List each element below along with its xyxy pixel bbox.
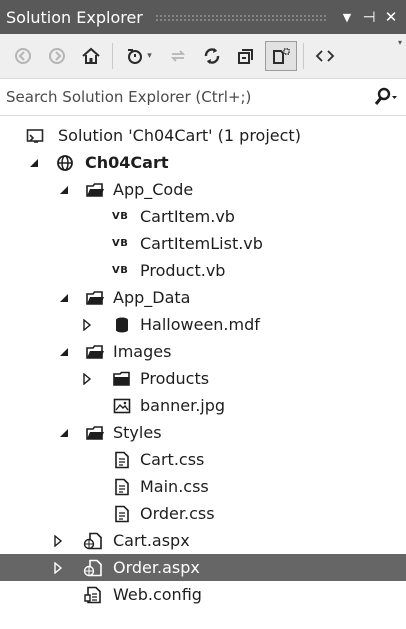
expand-arrow-icon[interactable]	[51, 561, 65, 575]
tree-item-file-product-vb[interactable]: VB Product.vb	[0, 257, 406, 284]
solution-icon	[25, 126, 45, 146]
tree-item-folder-app-code[interactable]: App_Code	[0, 176, 406, 203]
folder-open-icon	[85, 180, 105, 200]
tree-item-file-web-config[interactable]: Web.config	[0, 581, 406, 608]
vb-file-icon: VB	[112, 265, 129, 276]
tree-item-label: Cart.css	[140, 450, 205, 469]
tree-item-folder-app-data[interactable]: App_Data	[0, 284, 406, 311]
folder-open-icon	[85, 342, 105, 362]
search-input[interactable]	[0, 82, 366, 112]
show-all-files-button[interactable]	[265, 41, 297, 71]
expand-arrow-icon[interactable]	[51, 534, 65, 548]
css-file-icon	[112, 504, 132, 524]
tree-item-label: banner.jpg	[140, 396, 226, 415]
show-all-files-icon	[273, 48, 290, 64]
tree-item-file-main-css[interactable]: Main.css	[0, 473, 406, 500]
tree-item-label: Order.aspx	[113, 558, 200, 577]
pending-changes-button[interactable]: ▾	[117, 40, 161, 72]
toolbar-separator	[112, 43, 113, 69]
aspx-file-icon	[83, 531, 103, 551]
tree-item-label: Styles	[113, 423, 162, 442]
window-title: Solution Explorer	[6, 7, 143, 27]
collapse-arrow-icon[interactable]	[57, 291, 71, 305]
vb-file-icon: VB	[112, 211, 129, 222]
vb-file-icon: VB	[112, 238, 129, 249]
collapse-all-button[interactable]	[229, 40, 263, 72]
tree-item-label: App_Code	[113, 180, 194, 199]
toolbar-separator	[303, 43, 304, 69]
forward-icon	[49, 48, 65, 64]
folder-open-icon	[85, 423, 105, 443]
tree-item-label: CartItemList.vb	[140, 234, 263, 253]
home-icon	[82, 47, 100, 64]
tree-item-label: App_Data	[113, 288, 191, 307]
refresh-icon	[204, 48, 220, 64]
title-grip[interactable]	[154, 13, 326, 21]
tree-item-file-halloween-mdf[interactable]: Halloween.mdf	[0, 311, 406, 338]
expand-arrow-icon[interactable]	[80, 318, 94, 332]
sync-button[interactable]	[161, 40, 195, 72]
css-file-icon	[112, 450, 132, 470]
tree-item-label: Order.css	[140, 504, 215, 523]
pending-changes-dropdown-icon[interactable]: ▾	[147, 51, 152, 61]
tree-item-label: Halloween.mdf	[140, 315, 260, 334]
tree-item-folder-images[interactable]: Images	[0, 338, 406, 365]
collapse-arrow-icon[interactable]	[57, 183, 71, 197]
title-bar: Solution Explorer ▼ ⊣ ✕	[0, 0, 406, 34]
web-project-icon	[55, 153, 75, 173]
forward-button[interactable]	[40, 40, 74, 72]
css-file-icon	[112, 477, 132, 497]
tree-item-file-order-css[interactable]: Order.css	[0, 500, 406, 527]
view-code-icon	[315, 50, 335, 62]
tree-item-file-cartitemlist-vb[interactable]: VB CartItemList.vb	[0, 230, 406, 257]
tree-item-project[interactable]: Ch04Cart	[0, 149, 406, 176]
folder-icon	[112, 369, 132, 389]
tree-item-file-banner-jpg[interactable]: banner.jpg	[0, 392, 406, 419]
close-icon[interactable]: ✕	[380, 0, 402, 34]
search-button[interactable]	[366, 82, 406, 112]
toolbar-overflow-icon[interactable]: ▾	[398, 38, 402, 47]
tree-item-folder-products[interactable]: Products	[0, 365, 406, 392]
sync-icon	[170, 50, 186, 62]
tree-item-label: Products	[140, 369, 210, 388]
tree-item-label: Cart.aspx	[113, 531, 190, 550]
config-file-icon	[83, 585, 103, 605]
back-icon	[15, 48, 31, 64]
tree-item-label: Web.config	[113, 585, 202, 604]
aspx-file-icon	[83, 558, 103, 578]
tree-item-label: Images	[113, 342, 172, 361]
tree-item-label: Ch04Cart	[85, 153, 169, 172]
tree-item-label: CartItem.vb	[140, 207, 235, 226]
tree-item-label: Product.vb	[140, 261, 226, 280]
home-button[interactable]	[74, 40, 108, 72]
tree-item-file-cart-aspx[interactable]: Cart.aspx	[0, 527, 406, 554]
expand-arrow-icon[interactable]	[80, 372, 94, 386]
refresh-button[interactable]	[195, 40, 229, 72]
tree-item-file-cartitem-vb[interactable]: VB CartItem.vb	[0, 203, 406, 230]
back-button[interactable]	[6, 40, 40, 72]
toolbar: ▾ ▾	[0, 34, 406, 78]
collapse-all-icon	[238, 49, 253, 64]
tree-item-file-cart-css[interactable]: Cart.css	[0, 446, 406, 473]
view-code-button[interactable]	[308, 40, 342, 72]
collapse-arrow-icon[interactable]	[57, 426, 71, 440]
tree-item-solution[interactable]: Solution 'Ch04Cart' (1 project)	[0, 122, 406, 149]
window-menu-dropdown-icon[interactable]: ▼	[336, 0, 358, 34]
pending-changes-icon	[128, 49, 143, 64]
database-icon	[112, 315, 132, 335]
tree-item-label: Solution 'Ch04Cart' (1 project)	[58, 126, 301, 145]
tree-item-file-order-aspx[interactable]: Order.aspx	[0, 554, 406, 581]
folder-open-icon	[85, 288, 105, 308]
tree-item-label: Main.css	[140, 477, 209, 496]
collapse-arrow-icon[interactable]	[27, 156, 41, 170]
tree-item-folder-styles[interactable]: Styles	[0, 419, 406, 446]
search-box	[0, 78, 406, 116]
search-icon	[374, 87, 397, 105]
image-file-icon	[112, 396, 132, 416]
pin-icon[interactable]: ⊣	[358, 0, 380, 34]
collapse-arrow-icon[interactable]	[57, 345, 71, 359]
